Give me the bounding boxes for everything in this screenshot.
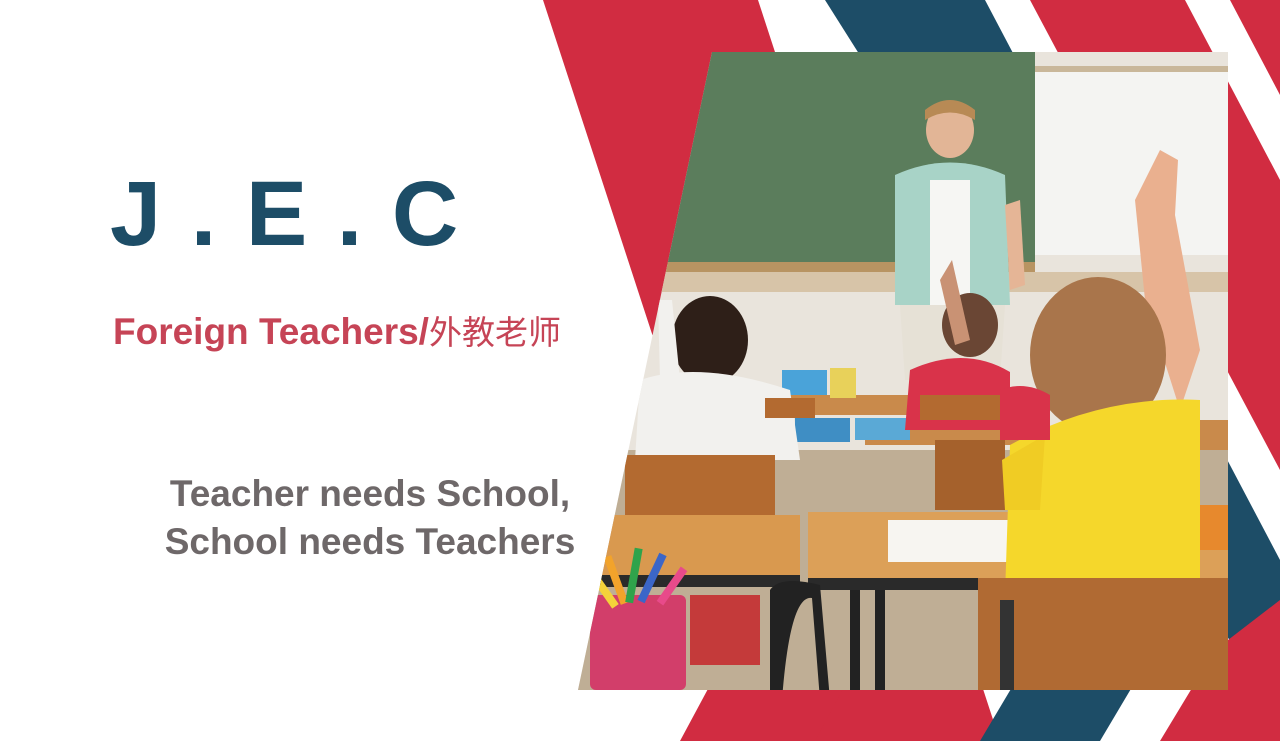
tagline-line-1: Teacher needs School, [169, 473, 571, 514]
front-desk-left [600, 515, 800, 577]
tagline: Teacher needs School, School needs Teach… [110, 470, 630, 566]
subtitle-en: Foreign Teachers/ [113, 311, 429, 352]
brand-title: J . E . C [110, 163, 461, 265]
subtitle: Foreign Teachers/外教老师 [113, 313, 561, 350]
whiteboard [1035, 70, 1228, 255]
blue-box [795, 418, 850, 442]
slide: J . E . C Foreign Teachers/外教老师 Teacher … [0, 0, 1280, 741]
classroom-photo [578, 52, 1228, 690]
front-chair [978, 578, 1228, 690]
tagline-line-2: School needs Teachers [164, 521, 576, 562]
subtitle-cn: 外教老师 [428, 313, 561, 352]
